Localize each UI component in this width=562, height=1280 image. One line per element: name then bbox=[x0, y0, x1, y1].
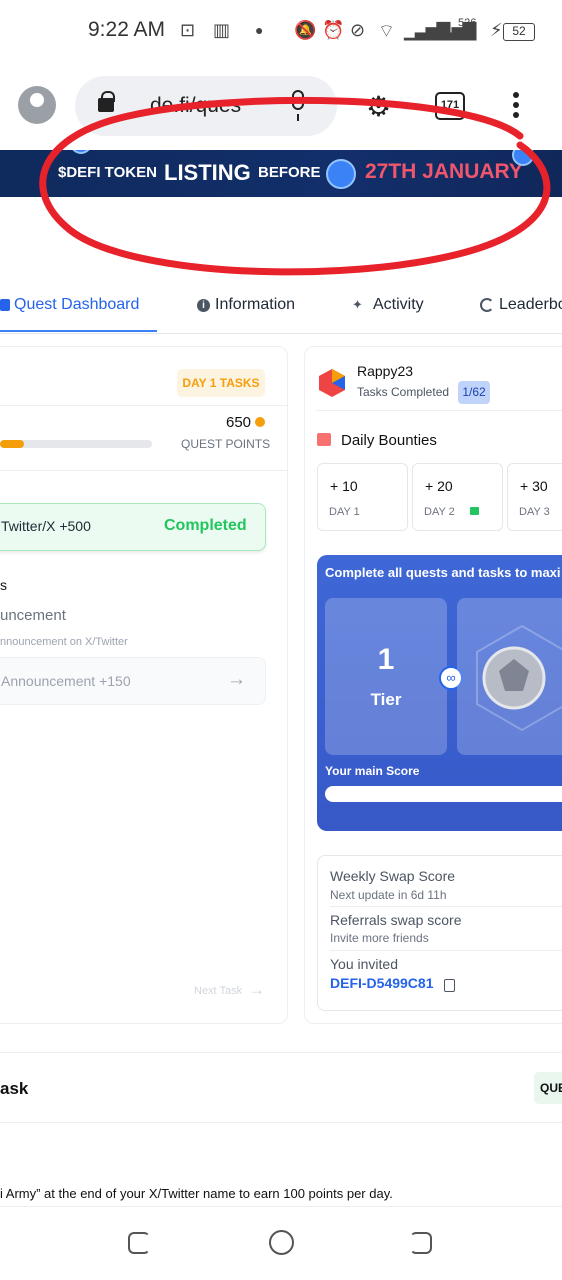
tier-card: Complete all quests and tasks to maxi 1 … bbox=[317, 555, 562, 831]
referral-code[interactable]: DEFI-D5499C81 bbox=[330, 975, 434, 991]
hexagon-badge-icon bbox=[476, 624, 562, 732]
leaderboard-icon bbox=[480, 298, 494, 312]
recents-icon[interactable] bbox=[128, 1232, 150, 1254]
tier-headline: Complete all quests and tasks to maxi bbox=[325, 565, 561, 580]
task-action-label: Announcement +150 bbox=[1, 673, 131, 689]
score-bar bbox=[325, 786, 562, 802]
info-icon: i bbox=[197, 299, 210, 312]
task-action-row[interactable]: Announcement +150 → bbox=[0, 657, 266, 705]
bounty-day-label: DAY 3 bbox=[519, 506, 550, 518]
bounty-day-label: DAY 2 bbox=[424, 506, 455, 518]
arrow-right-icon: → bbox=[227, 669, 246, 690]
completed-status: Completed bbox=[164, 517, 247, 534]
bounty-value: + 10 bbox=[330, 478, 358, 494]
day-badge: DAY 1 TASKS bbox=[177, 369, 265, 397]
user-avatar-icon bbox=[319, 369, 345, 397]
invited-title: You invited bbox=[330, 956, 398, 972]
screen: 9:22 AM ⊡ ▥ ● 🔕 ⏰ ⊘ ⌔ ▁▃▅▇ ▁▃▅▇ 526 B/s … bbox=[0, 0, 562, 1280]
tier-label: Tier bbox=[370, 690, 402, 709]
next-arrow-icon[interactable]: → bbox=[248, 980, 265, 1000]
bounty-day-label: DAY 1 bbox=[329, 506, 360, 518]
referrals-title: Referrals swap score bbox=[330, 912, 462, 928]
section-title: ask bbox=[0, 1079, 29, 1098]
unlock-icon bbox=[470, 507, 479, 515]
badge-box bbox=[457, 598, 562, 755]
bounty-value: + 20 bbox=[425, 478, 453, 494]
copy-icon[interactable] bbox=[444, 979, 455, 992]
next-task-button[interactable]: Next Task bbox=[194, 985, 242, 997]
tasks-completed-badge: 1/62 bbox=[458, 381, 490, 404]
completed-task-label: Twitter/X +500 bbox=[1, 518, 91, 534]
quest-badge: QUE bbox=[534, 1072, 562, 1104]
score-label: Your main Score bbox=[325, 764, 420, 778]
bounty-day-2[interactable]: + 20 DAY 2 bbox=[412, 463, 503, 531]
back-icon[interactable] bbox=[410, 1232, 432, 1254]
bounty-value: + 30 bbox=[520, 478, 548, 494]
tier-box: 1 Tier bbox=[325, 598, 447, 755]
quest-points-value: 650 bbox=[226, 414, 252, 431]
weekly-swap-title: Weekly Swap Score bbox=[330, 868, 456, 884]
weekly-swap-sub: Next update in 6d 11h bbox=[330, 888, 447, 902]
section-label: s bbox=[0, 577, 7, 593]
username: Rappy23 bbox=[357, 363, 414, 379]
red-annotation-circle bbox=[39, 96, 551, 276]
completed-task-row[interactable]: Twitter/X +500 Completed bbox=[0, 503, 266, 551]
daily-bounties-title: Daily Bounties bbox=[341, 432, 437, 449]
tasks-completed-label: Tasks Completed bbox=[357, 385, 450, 399]
tier-value: 1 bbox=[377, 643, 395, 676]
referrals-sub: Invite more friends bbox=[330, 931, 429, 945]
bounty-day-3[interactable]: + 30 DAY 3 bbox=[507, 463, 562, 531]
bounty-day-1[interactable]: + 10 DAY 1 bbox=[317, 463, 408, 531]
quest-points-label: QUEST POINTS bbox=[181, 437, 271, 451]
task-instruction: i Army” at the end of your X/Twitter nam… bbox=[0, 1186, 393, 1201]
dashboard-icon bbox=[0, 299, 10, 311]
active-tab-indicator bbox=[0, 330, 157, 332]
home-icon[interactable] bbox=[269, 1230, 294, 1255]
progress-track bbox=[0, 440, 152, 448]
task-title: uncement bbox=[0, 607, 66, 624]
gift-icon bbox=[317, 433, 331, 446]
points-coin-icon bbox=[255, 417, 265, 427]
progress-fill bbox=[0, 440, 24, 448]
task-subtitle: nnouncement on X/Twitter bbox=[0, 636, 128, 648]
